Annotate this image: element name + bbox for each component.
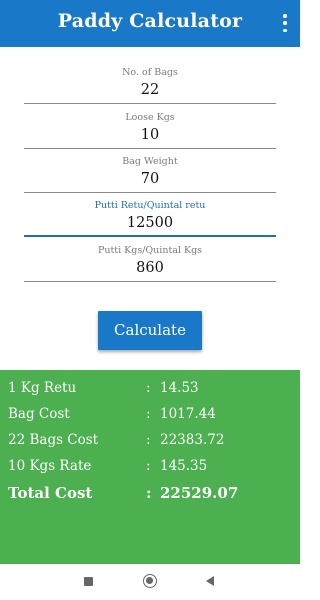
result-value: 14.53 [160, 380, 199, 396]
loose-kgs-label: Loose Kgs [125, 112, 175, 123]
bags-input[interactable]: 22 [24, 80, 276, 104]
total-value: 22529.07 [160, 484, 239, 502]
result-label: 1 Kg Retu [8, 380, 77, 396]
result-row: 22 Bags Cost : 22383.72 [8, 432, 292, 452]
home-circle-icon[interactable] [143, 574, 157, 588]
result-sep: : [146, 406, 151, 422]
result-value: 22383.72 [160, 432, 225, 448]
result-value: 145.35 [160, 458, 208, 474]
result-sep: : [146, 432, 151, 448]
total-row: Total Cost : 22529.07 [8, 484, 292, 504]
bag-weight-input[interactable]: 70 [24, 169, 276, 193]
total-label: Total Cost [8, 484, 93, 502]
putti-kgs-field[interactable]: Putti Kgs/Quintal Kgs 860 [24, 244, 276, 282]
app-bar: Paddy Calculator [0, 0, 300, 47]
putti-retu-field[interactable]: Putti Retu/Quintal retu 12500 [24, 199, 276, 237]
recents-square-icon[interactable] [84, 577, 93, 586]
system-nav-bar [0, 564, 300, 600]
result-value: 1017.44 [160, 406, 216, 422]
loose-kgs-field[interactable]: Loose Kgs 10 [24, 111, 276, 149]
bag-weight-label: Bag Weight [122, 156, 178, 167]
total-sep: : [146, 484, 152, 502]
bags-field[interactable]: No. of Bags 22 [24, 66, 276, 104]
more-vert-icon[interactable] [282, 14, 288, 32]
result-label: 10 Kgs Rate [8, 458, 92, 474]
loose-kgs-input[interactable]: 10 [24, 125, 276, 149]
back-triangle-icon[interactable] [206, 576, 214, 586]
putti-kgs-label: Putti Kgs/Quintal Kgs [97, 245, 203, 256]
putti-kgs-input[interactable]: 860 [24, 258, 276, 282]
result-label: Bag Cost [8, 406, 70, 422]
putti-retu-input[interactable]: 12500 [24, 213, 276, 237]
results-panel: 1 Kg Retu : 14.53 Bag Cost : 1017.44 22 … [0, 370, 300, 564]
calculate-button[interactable]: Calculate [98, 311, 202, 350]
result-sep: : [146, 458, 151, 474]
result-label: 22 Bags Cost [8, 432, 99, 448]
result-sep: : [146, 380, 151, 396]
bags-label: No. of Bags [122, 67, 178, 78]
putti-retu-label: Putti Retu/Quintal retu [94, 200, 206, 211]
bag-weight-field[interactable]: Bag Weight 70 [24, 155, 276, 193]
app-title: Paddy Calculator [57, 10, 243, 32]
result-row: 1 Kg Retu : 14.53 [8, 380, 292, 400]
result-row: 10 Kgs Rate : 145.35 [8, 458, 292, 478]
result-row: Bag Cost : 1017.44 [8, 406, 292, 426]
